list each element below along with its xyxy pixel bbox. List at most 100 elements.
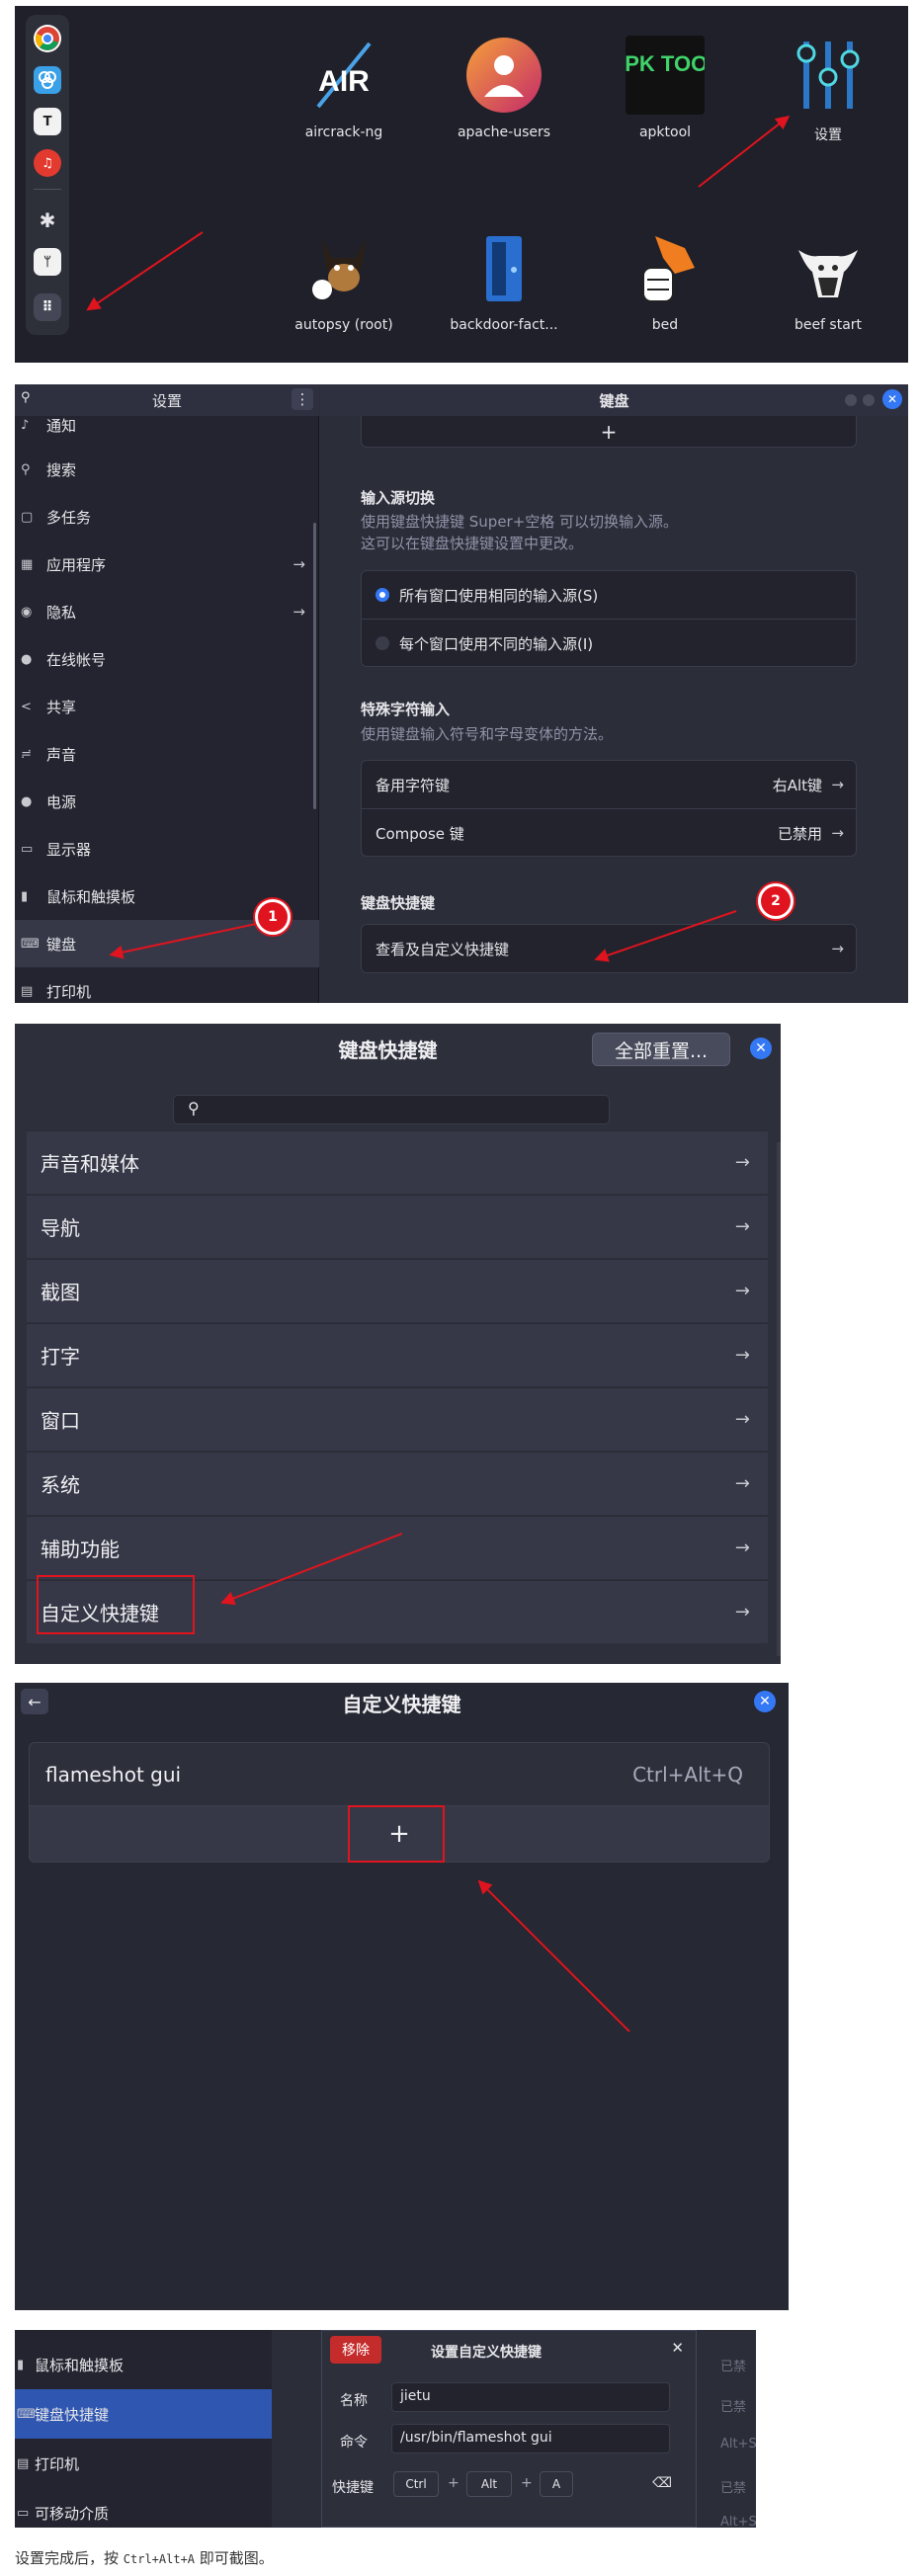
command-input[interactable]: /usr/bin/flameshot gui [391,2424,670,2453]
sidebar-item-multitasking[interactable]: ▢ 多任务 [15,493,319,540]
mouse-icon: ▮ [21,888,29,904]
app-autopsy[interactable]: autopsy (root) [260,228,428,333]
typora-icon[interactable]: T [34,108,61,135]
settings-sidebar: ▮ 鼠标和触摸板 ⌨ 键盘快捷键 ▤ 打印机 ▭ 可移动介质 [15,2330,272,2528]
close-icon[interactable]: ✕ [882,389,902,409]
settings-window: ⚲ 设置 ⋮ ♪ 通知 ⚲ 搜索 ▢ 多任务 ▦ 应用程序 → ◉ 隐私 → ● 在线帐号 < 共… [15,384,908,1003]
annotation-arrow [478,1880,630,2033]
app-grid-panel: T ♫ ✱ ᛘ ⠿ AIR aircrack-ng apache-users A… [15,6,908,363]
remove-button[interactable]: 移除 [330,2336,381,2364]
close-icon[interactable]: ✕ [750,1038,772,1059]
app-label: backdoor-fact... [450,317,558,333]
back-button[interactable]: ← [21,1689,48,1714]
app-label: autopsy (root) [294,317,393,333]
photos-icon[interactable] [34,66,61,94]
special-input-options: 备用字符键 右Alt键 → Compose 键 已禁用 → [361,760,857,857]
sidebar-item-notifications[interactable]: ♪ 通知 [15,408,319,442]
shortcut-entry-row[interactable]: flameshot gui Ctrl+Alt+Q [29,1742,770,1805]
app-bed[interactable]: bed [581,228,749,333]
keyboard-icon: ⌨ [21,936,40,952]
app-aircrack-ng[interactable]: AIR aircrack-ng [260,36,428,140]
category-navigation[interactable]: 导航 → [27,1195,768,1258]
name-input[interactable]: jietu [391,2382,670,2412]
search-icon[interactable]: ⚲ [21,390,31,405]
minimize-icon[interactable] [845,394,857,406]
category-windows[interactable]: 窗口 → [27,1387,768,1451]
plus-sign: + [448,2475,460,2491]
menu-icon[interactable]: ⋮ [292,388,313,410]
sidebar-item-privacy[interactable]: ◉ 隐私 → [15,588,319,635]
keyboard-shortcuts-dialog: 键盘快捷键 全部重置... ✕ ⚲ 声音和媒体 → 导航 → 截图 → 打字 → 窗口 →… [15,1024,781,1664]
sidebar-item-online-accounts[interactable]: ● 在线帐号 [15,635,319,683]
app-apktool[interactable]: APK TOOL apktool [581,36,749,140]
sidebar-item-displays[interactable]: ▭ 显示器 [15,825,319,873]
gear-icon[interactable]: ✱ [34,207,61,234]
backspace-icon[interactable]: ⌫ [652,2475,672,2491]
special-input-desc: 使用键盘输入符号和字母变体的方法。 [361,725,614,743]
app-backdoor-factory[interactable]: backdoor-fact... [420,228,588,333]
close-icon[interactable]: ✕ [754,1691,776,1712]
command-label: 命令 [340,2435,368,2451]
apache-users-icon [464,36,544,115]
dialog-title: 自定义快捷键 [342,1692,461,1716]
sidebar-item-printers[interactable]: ▤ 打印机 [15,967,319,1003]
set-shortcut-dialog: 移除 设置自定义快捷键 ✕ 名称 jietu 命令 /usr/bin/flame… [321,2330,697,2528]
backdoor-factory-icon [464,228,544,307]
category-sound-media[interactable]: 声音和媒体 → [27,1130,768,1194]
scrollbar[interactable] [313,523,316,809]
radio-same-source[interactable]: 所有窗口使用相同的输入源(S) [362,571,856,619]
app-label: beef start [794,317,863,333]
add-input-source-button[interactable]: + [361,416,857,448]
category-accessibility[interactable]: 辅助功能 → [27,1516,768,1579]
compose-key-row[interactable]: Compose 键 已禁用 → [362,809,856,857]
search-input[interactable]: ⚲ [173,1095,610,1124]
shortcut-code: Ctrl+Alt+A [123,2552,196,2566]
special-input-title: 特殊字符输入 [361,701,451,718]
set-shortcut-panel: ▮ 鼠标和触摸板 ⌨ 键盘快捷键 ▤ 打印机 ▭ 可移动介质 已禁 已禁 Alt+S 已… [15,2330,756,2528]
sidebar-item-removable-media[interactable]: ▭ 可移动介质 [15,2488,272,2528]
app-beef[interactable]: beef start [744,228,908,333]
view-shortcuts-row[interactable]: 查看及自定义快捷键 → [361,924,857,973]
app-settings[interactable]: 设置 [744,36,908,144]
mouse-icon: ▮ [17,2357,25,2372]
category-typing[interactable]: 打字 → [27,1323,768,1386]
close-icon[interactable]: ✕ [671,2339,684,2357]
app-grid-icon[interactable]: ⠿ [34,293,61,321]
shortcut-entry-keys: Ctrl+Alt+Q [632,1762,743,1787]
search-icon: ⚲ [21,461,31,477]
sidebar-item-keyboard-shortcuts[interactable]: ⌨ 键盘快捷键 [15,2389,272,2439]
settings-sliders-icon [789,36,868,115]
sidebar-item-mouse[interactable]: ▮ 鼠标和触摸板 [15,2340,272,2389]
sidebar-item-search[interactable]: ⚲ 搜索 [15,446,319,493]
sidebar-item-sharing[interactable]: < 共享 [15,683,319,730]
sidebar-item-applications[interactable]: ▦ 应用程序 → [15,540,319,588]
sidebar-item-power[interactable]: ● 电源 [15,778,319,825]
chrome-icon[interactable] [34,25,61,52]
autopsy-icon [304,228,383,307]
netease-music-icon[interactable]: ♫ [34,149,61,177]
keyboard-icon: ⌨ [17,2406,36,2422]
step-badge: 2 [758,883,794,919]
dock: T ♫ ✱ ᛘ ⠿ [26,15,69,335]
usb-icon[interactable]: ᛘ [34,248,61,276]
radio-diff-source[interactable]: 每个窗口使用不同的输入源(I) [362,620,856,667]
reset-all-button[interactable]: 全部重置... [592,1033,730,1066]
alt-char-key-row[interactable]: 备用字符键 右Alt键 → [362,761,856,808]
printer-icon: ▤ [21,983,34,999]
arrow-right-icon: → [734,1345,750,1366]
arrow-right-icon: → [831,824,844,842]
sidebar-item-sound[interactable]: ≓ 声音 [15,730,319,778]
scrollbar[interactable] [777,1142,781,1656]
category-system[interactable]: 系统 → [27,1452,768,1515]
display-icon: ▭ [21,841,34,857]
arrow-right-icon: → [293,603,305,621]
maximize-icon[interactable] [863,394,875,406]
input-switch-desc: 这可以在键盘快捷键设置中更改。 [361,535,584,552]
multitask-icon: ▢ [21,509,34,525]
sidebar-item-printers[interactable]: ▤ 打印机 [15,2439,272,2488]
category-screenshots[interactable]: 截图 → [27,1259,768,1322]
radio-checked-icon[interactable] [376,588,389,602]
arrow-right-icon: → [734,1537,750,1558]
radio-unchecked-icon[interactable] [376,636,389,650]
app-apache-users[interactable]: apache-users [420,36,588,140]
